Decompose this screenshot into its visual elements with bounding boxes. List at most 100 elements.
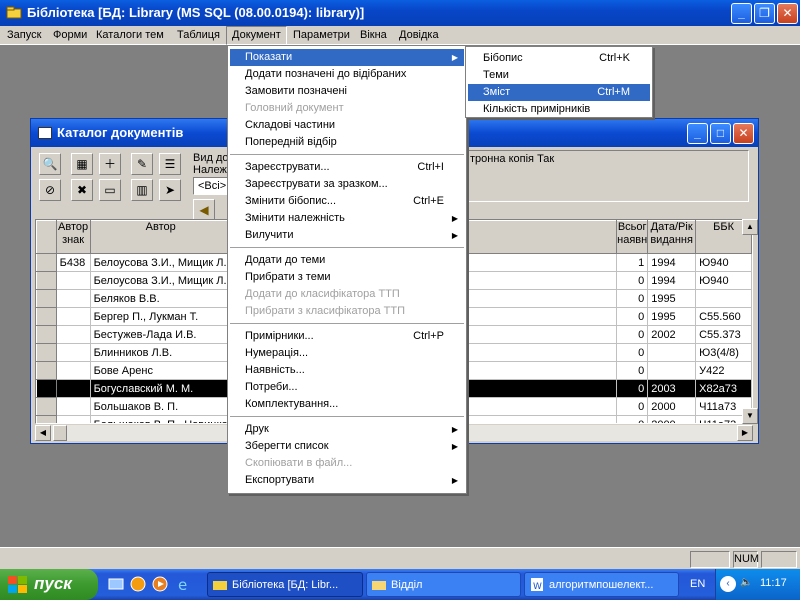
child-minimize-button[interactable]: _ <box>687 123 708 144</box>
columns-icon[interactable]: ▥ <box>131 179 153 201</box>
scroll-up-arrow[interactable]: ▲ <box>742 219 758 235</box>
menu-item-label: Наявність... <box>245 364 305 376</box>
export-icon[interactable]: ➤ <box>159 179 181 201</box>
library-task-icon <box>213 581 227 590</box>
row-indicator[interactable] <box>36 415 57 423</box>
menu-separator <box>230 154 464 155</box>
document-menu-item[interactable]: Нумерація... <box>230 345 464 362</box>
document-menu-item[interactable]: Змінити належність ▶ <box>230 210 464 227</box>
show-submenu-item[interactable]: Бібопис Ctrl+K <box>468 50 650 67</box>
restore-button[interactable]: ❐ <box>754 3 775 24</box>
row-indicator[interactable] <box>36 379 57 398</box>
cell-total: 0 <box>616 343 649 362</box>
document-menu-item[interactable]: Експортувати ▶ <box>230 472 464 489</box>
row-indicator[interactable] <box>36 271 57 290</box>
task-library[interactable]: Бібліотека [БД: Libr... <box>207 572 363 597</box>
cell-total: 0 <box>616 325 649 344</box>
document-menu-item[interactable]: Комплектування... <box>230 396 464 413</box>
task-folder[interactable]: Відділ <box>366 572 521 597</box>
row-indicator[interactable] <box>36 397 57 416</box>
status-panel-caps <box>690 551 730 568</box>
menu-parametry[interactable]: Параметри <box>288 26 355 45</box>
scroll-left-arrow[interactable]: ◀ <box>35 425 51 441</box>
close-button[interactable]: ✕ <box>777 3 798 24</box>
document-menu-item[interactable]: Примірники... Ctrl+P <box>230 328 464 345</box>
minimize-button[interactable]: _ <box>731 3 752 24</box>
edit-icon[interactable]: ✎ <box>131 153 153 175</box>
menu-item-shortcut: Ctrl+M <box>597 86 630 98</box>
document-menu-item[interactable]: Складові частини <box>230 117 464 134</box>
row-indicator[interactable] <box>36 253 57 272</box>
task-word[interactable]: W алгоритмпошелект... <box>524 572 679 597</box>
filter-off-icon[interactable]: ⊘ <box>39 179 61 201</box>
belonging-combo[interactable]: <Всі> <box>193 177 229 195</box>
internet-explorer-icon[interactable]: e <box>176 576 192 594</box>
speaker-icon[interactable]: 🔈 <box>740 577 752 588</box>
menu-dokument[interactable]: Документ <box>226 26 287 45</box>
menu-formy[interactable]: Форми <box>48 26 92 45</box>
document-menu-item[interactable]: Змінити бібопис... Ctrl+E <box>230 193 464 210</box>
print-icon[interactable]: ▦ <box>71 153 93 175</box>
find-icon[interactable]: 🔍 <box>39 153 61 175</box>
add-icon[interactable]: ＋ <box>99 153 121 175</box>
document-menu-item[interactable]: Зареєструвати за зразком... <box>230 176 464 193</box>
row-indicator[interactable] <box>36 289 57 308</box>
menu-tablytsia[interactable]: Таблиця <box>172 26 225 45</box>
language-indicator[interactable]: EN <box>690 578 705 590</box>
document-menu-item[interactable]: Замовити позначені <box>230 83 464 100</box>
browser-icon[interactable] <box>152 576 168 592</box>
cell-code <box>56 343 91 362</box>
delete-filter-icon[interactable]: ✖ <box>71 179 93 201</box>
document-icon[interactable]: ▭ <box>99 179 121 201</box>
document-menu-item[interactable]: Потреби... <box>230 379 464 396</box>
back-arrow-icon[interactable]: ◀ <box>193 199 215 221</box>
list-icon[interactable]: ☰ <box>159 153 181 175</box>
document-menu-item[interactable]: Зберегти список ▶ <box>230 438 464 455</box>
submenu-arrow-icon: ▶ <box>451 425 458 434</box>
status-panel-num: NUM <box>733 551 759 568</box>
cell-total: 0 <box>616 415 649 423</box>
cell-code <box>56 361 91 380</box>
menu-item-label: Зміст <box>483 86 511 98</box>
show-submenu-item[interactable]: Кількість примірників <box>468 101 650 118</box>
col-header-author[interactable]: Автор <box>89 220 232 254</box>
child-close-button[interactable]: ✕ <box>733 123 754 144</box>
document-menu-item[interactable]: Зареєструвати... Ctrl+I <box>230 159 464 176</box>
cell-author: Беляков В.В. <box>90 289 232 308</box>
document-menu-item[interactable]: Додати до теми <box>230 252 464 269</box>
row-indicator[interactable] <box>36 343 57 362</box>
menu-vikna[interactable]: Вікна <box>355 26 392 45</box>
document-menu-item[interactable]: Прибрати з теми <box>230 269 464 286</box>
show-submenu-item[interactable]: Зміст Ctrl+M <box>468 84 650 101</box>
scroll-right-arrow[interactable]: ▶ <box>737 425 753 441</box>
col-header-date[interactable]: Дата/Рік видання <box>647 220 697 254</box>
scroll-thumb[interactable] <box>53 425 67 441</box>
child-maximize-button[interactable]: □ <box>710 123 731 144</box>
show-submenu: Бібопис Ctrl+K Теми Зміст Ctrl+M Кількість пр… <box>465 46 653 118</box>
document-menu-item[interactable]: Друк ▶ <box>230 421 464 438</box>
clock[interactable]: 11:17 <box>760 577 787 589</box>
document-menu-item[interactable]: Попередній відбір <box>230 134 464 151</box>
menu-item-label: Експортувати <box>245 474 315 486</box>
scroll-down-arrow[interactable]: ▼ <box>742 408 758 424</box>
menu-zapusk[interactable]: Запуск <box>2 26 46 45</box>
menu-dovidka[interactable]: Довідка <box>394 26 444 45</box>
menu-kataloh-tem[interactable]: Каталоги тем <box>91 26 169 45</box>
row-indicator[interactable] <box>36 325 57 344</box>
show-submenu-item[interactable]: Теми <box>468 67 650 84</box>
show-desktop-icon[interactable] <box>108 576 124 592</box>
document-menu-item[interactable]: Додати позначені до відібраних <box>230 66 464 83</box>
grid-vertical-scrollbar[interactable]: ▲ ▼ <box>742 219 758 424</box>
row-indicator[interactable] <box>36 361 57 380</box>
tray-expand-icon[interactable]: ‹ <box>720 576 736 592</box>
document-menu-item[interactable]: Вилучити ▶ <box>230 227 464 244</box>
row-indicator[interactable] <box>36 307 57 326</box>
menu-item-label: Кількість примірників <box>483 103 591 115</box>
start-button[interactable]: пуск <box>0 569 98 600</box>
cell-code <box>56 271 91 290</box>
col-header-code[interactable]: Автор знак <box>55 220 91 254</box>
media-player-icon[interactable] <box>130 576 146 592</box>
document-menu-item[interactable]: Наявність... <box>230 362 464 379</box>
document-menu-item[interactable]: Показати ▶ <box>230 49 464 66</box>
col-header-total[interactable]: Всьог наявн <box>616 220 649 254</box>
